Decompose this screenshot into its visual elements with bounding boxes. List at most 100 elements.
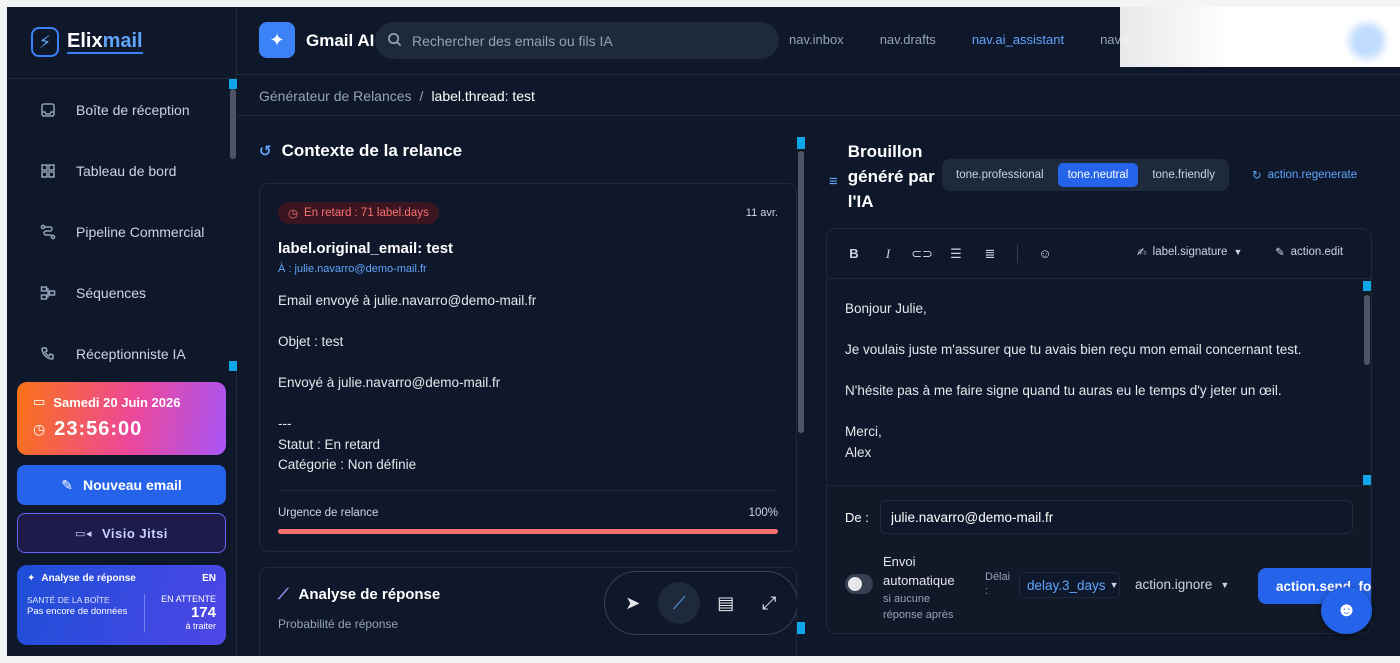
bold-icon[interactable]: B: [847, 246, 861, 261]
tab-inbox[interactable]: nav.inbox: [789, 32, 844, 47]
pipeline-icon: [40, 224, 56, 240]
draft-title-line: Brouillon: [847, 142, 923, 161]
chatbot-icon[interactable]: ☻: [1321, 587, 1372, 634]
sequences-icon: [40, 285, 56, 301]
breadcrumb-parent[interactable]: Générateur de Relances: [259, 88, 412, 104]
top-overlay: [1120, 7, 1400, 67]
calendar-icon: ▭: [33, 394, 46, 409]
tab-ai-assistant[interactable]: nav.ai_assistant: [972, 32, 1064, 47]
sidebar: ⚡ Elixmail Boîte de réception Tableau de…: [7, 7, 237, 656]
urgency-bar-fill: [278, 529, 778, 534]
from-label: De :: [845, 510, 869, 525]
tab-drafts[interactable]: nav.drafts: [880, 32, 936, 47]
email-subject: label.original_email: test: [278, 240, 454, 257]
email-date: 11 avr.: [745, 207, 778, 219]
email-recipient[interactable]: À : julie.navarro@demo-mail.fr: [278, 263, 778, 275]
link-icon[interactable]: ⊂⊃: [911, 246, 933, 262]
refresh-icon: ↻: [1252, 170, 1262, 182]
editor-scrollbar[interactable]: [1363, 281, 1371, 485]
draft-body[interactable]: Bonjour Julie, Je voulais juste m'assure…: [845, 299, 1355, 463]
numbered-list-icon[interactable]: ≣: [983, 246, 997, 262]
urgency-bar: [278, 529, 778, 534]
context-scrollbar[interactable]: [797, 137, 805, 634]
edit-button[interactable]: ✎ action.edit: [1275, 245, 1343, 259]
trend-icon[interactable]: ⟋: [658, 582, 701, 624]
italic-icon[interactable]: I: [881, 246, 895, 262]
auto-send-toggle[interactable]: [845, 574, 873, 594]
bullet-list-icon[interactable]: ☰: [949, 246, 963, 262]
sidebar-item-sequences[interactable]: Séquences: [7, 262, 229, 323]
pencil-icon: ✎: [1275, 247, 1285, 259]
sidebar-item-pipeline[interactable]: Pipeline Commercial: [7, 201, 229, 262]
draft-editor: B I ⊂⊃ ☰ ≣ ☺ ✍ label.signature ▼ ✎ actio…: [826, 228, 1372, 634]
sidebar-scrollbar[interactable]: [229, 79, 237, 371]
card-title: Analyse de réponse: [41, 573, 136, 584]
draft-title: ≡ Brouillon généré par l'IA: [829, 139, 940, 214]
search-icon: [387, 32, 402, 50]
history-icon: ↺: [259, 143, 272, 160]
app-logo[interactable]: ⚡ Elixmail: [31, 25, 143, 59]
new-email-button[interactable]: ✎ Nouveau email: [17, 465, 226, 505]
email-body: Email envoyé à julie.navarro@demo-mail.f…: [278, 291, 778, 476]
search-input[interactable]: [412, 32, 752, 49]
auto-sub-line: si aucune: [883, 593, 931, 605]
from-field[interactable]: [880, 500, 1353, 534]
language-badge: EN: [202, 573, 216, 584]
auto-label-line: automatique: [883, 573, 955, 588]
tone-professional[interactable]: tone.professional: [946, 163, 1054, 187]
avatar[interactable]: [1349, 23, 1385, 59]
app-name: Gmail AI: [306, 31, 375, 50]
emoji-icon[interactable]: ☺: [1038, 246, 1052, 261]
draft-line: Je voulais juste m'assurer que tu avais …: [845, 342, 1302, 357]
app-window: ⚡ Elixmail Boîte de réception Tableau de…: [7, 7, 1400, 656]
pending-count: 174: [190, 604, 216, 621]
floating-toolbar: ➤ ⟋ ▤ ⤢: [604, 571, 798, 635]
context-title: Contexte de la relance: [281, 141, 463, 160]
message-icon[interactable]: ▤: [708, 585, 744, 621]
expand-icon[interactable]: ⤢: [751, 585, 787, 621]
sidebar-item-receptionist[interactable]: Réceptionniste IA: [7, 323, 229, 371]
new-email-label: Nouveau email: [82, 477, 182, 493]
tone-friendly[interactable]: tone.friendly: [1142, 163, 1225, 187]
current-time: 23:56:00: [54, 418, 143, 440]
top-bar: ✦ Gmail AI nav.inbox nav.drafts nav.ai_a…: [237, 7, 1400, 75]
visio-jitsi-button[interactable]: ▭◂ Visio Jitsi: [17, 513, 226, 553]
followup-context: ↺ Contexte de la relance ◷ En retard : 71…: [237, 117, 805, 656]
late-badge-text: En retard : 71 label.days: [304, 207, 429, 219]
ai-edit-icon: ≡: [829, 173, 838, 190]
breadcrumb: Générateur de Relances / label.thread: t…: [237, 76, 1400, 116]
sidebar-item-label: Tableau de bord: [76, 162, 177, 179]
ai-sparkle-icon[interactable]: ✦: [259, 22, 295, 58]
health-value: Pas encore de données: [27, 606, 128, 617]
sidebar-item-label: Réceptionniste IA: [76, 345, 186, 362]
auto-sub-line: réponse après: [883, 609, 954, 621]
body-line: Objet : test: [278, 334, 344, 349]
response-analysis-card[interactable]: ✦ Analyse de réponse EN SANTÉ DE LA BOÎTE…: [17, 565, 226, 645]
signature-icon: ✍: [1137, 247, 1147, 259]
original-email-card: ◷ En retard : 71 label.days 11 avr. label…: [259, 183, 797, 552]
clock-icon: ◷: [288, 208, 299, 220]
chevron-down-icon: ▼: [1220, 579, 1230, 590]
draft-line: [845, 320, 1355, 341]
tone-neutral[interactable]: tone.neutral: [1057, 163, 1139, 187]
send-icon[interactable]: ➤: [615, 585, 651, 621]
delay-value: delay.3_days: [1027, 577, 1106, 593]
ignore-dropdown[interactable]: action.ignore ▼: [1135, 577, 1229, 592]
analysis-title: Analyse de réponse: [298, 586, 441, 603]
editor-toolbar: B I ⊂⊃ ☰ ≣ ☺ ✍ label.signature ▼ ✎ actio…: [827, 229, 1371, 279]
phone-icon: [40, 346, 56, 362]
regenerate-button[interactable]: ↻ action.regenerate: [1252, 168, 1357, 182]
sidebar-item-inbox[interactable]: Boîte de réception: [7, 79, 229, 140]
body-line: ---: [278, 416, 292, 431]
sidebar-item-dashboard[interactable]: Tableau de bord: [7, 140, 229, 201]
trend-icon: ⟋: [278, 586, 289, 603]
draft-title-line: généré par: [847, 167, 935, 186]
signature-dropdown[interactable]: ✍ label.signature ▼: [1137, 245, 1242, 259]
body-line: Email envoyé à julie.navarro@demo-mail.f…: [278, 293, 537, 308]
search-bar[interactable]: [375, 22, 779, 59]
breadcrumb-current: label.thread: test: [431, 87, 535, 104]
lightning-icon: ⚡: [31, 27, 59, 57]
delay-select[interactable]: delay.3_days ▼: [1019, 572, 1120, 598]
ignore-label: action.ignore: [1135, 577, 1213, 592]
health-label: SANTÉ DE LA BOÎTE: [27, 595, 110, 605]
